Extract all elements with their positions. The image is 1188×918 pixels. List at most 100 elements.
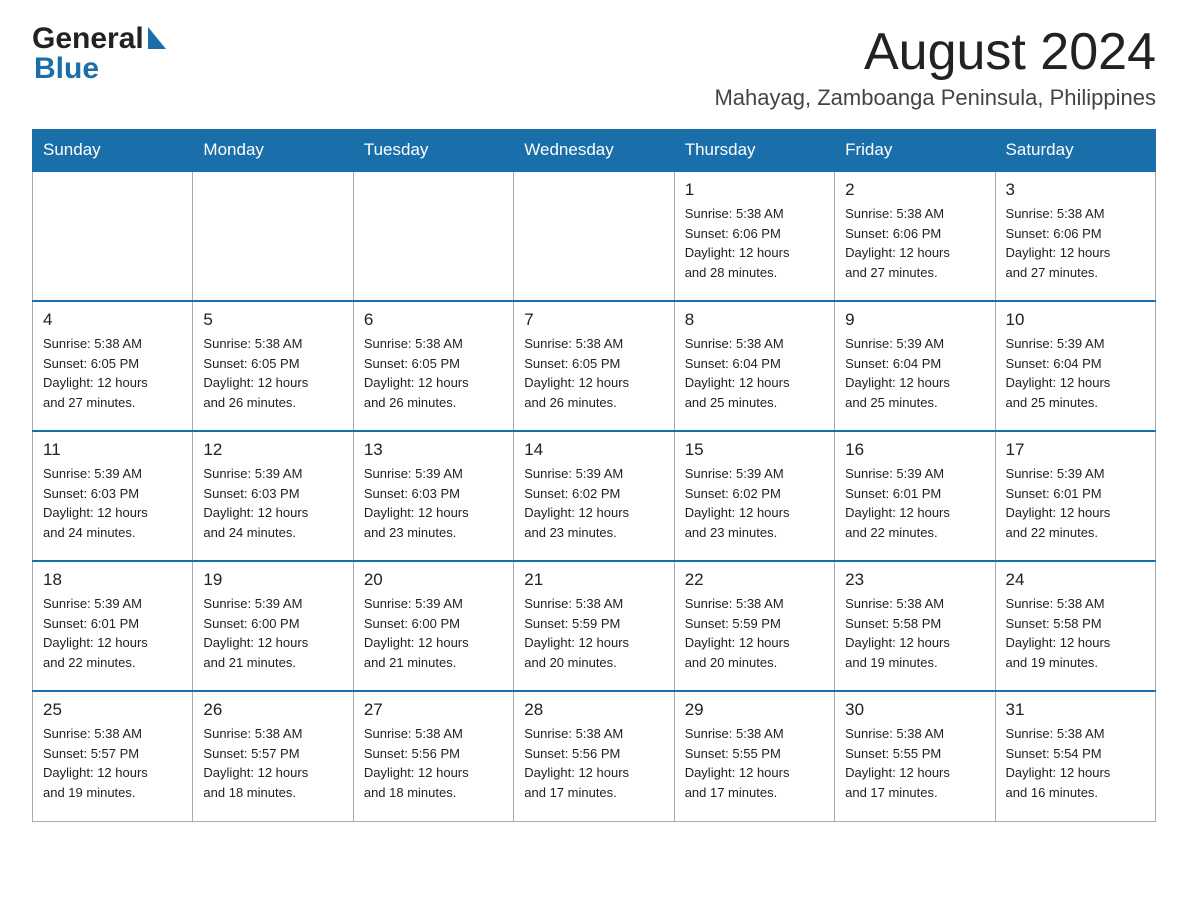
- day-info: Sunrise: 5:38 AM Sunset: 5:58 PM Dayligh…: [1006, 594, 1145, 672]
- calendar-table: SundayMondayTuesdayWednesdayThursdayFrid…: [32, 129, 1156, 822]
- day-cell: [33, 171, 193, 301]
- day-info: Sunrise: 5:39 AM Sunset: 6:02 PM Dayligh…: [685, 464, 824, 542]
- day-number: 29: [685, 700, 824, 720]
- day-cell: 26 Sunrise: 5:38 AM Sunset: 5:57 PM Dayli…: [193, 691, 353, 821]
- day-number: 19: [203, 570, 342, 590]
- day-info: Sunrise: 5:39 AM Sunset: 6:03 PM Dayligh…: [364, 464, 503, 542]
- day-cell: 17 Sunrise: 5:39 AM Sunset: 6:01 PM Dayli…: [995, 431, 1155, 561]
- day-info: Sunrise: 5:38 AM Sunset: 5:55 PM Dayligh…: [685, 724, 824, 802]
- day-info: Sunrise: 5:39 AM Sunset: 6:02 PM Dayligh…: [524, 464, 663, 542]
- day-number: 15: [685, 440, 824, 460]
- day-info: Sunrise: 5:39 AM Sunset: 6:01 PM Dayligh…: [43, 594, 182, 672]
- day-cell: 10Sunrise: 5:39 AM Sunset: 6:04 PM Dayli…: [995, 301, 1155, 431]
- day-number: 21: [524, 570, 663, 590]
- day-number: 5: [203, 310, 342, 330]
- title-area: August 2024 Mahayag, Zamboanga Peninsula…: [714, 24, 1156, 111]
- day-cell: 27Sunrise: 5:38 AM Sunset: 5:56 PM Dayli…: [353, 691, 513, 821]
- day-cell: 23 Sunrise: 5:38 AM Sunset: 5:58 PM Dayli…: [835, 561, 995, 691]
- day-number: 20: [364, 570, 503, 590]
- day-info: Sunrise: 5:38 AM Sunset: 6:05 PM Dayligh…: [364, 334, 503, 412]
- weekday-header-row: SundayMondayTuesdayWednesdayThursdayFrid…: [33, 130, 1156, 172]
- weekday-header-friday: Friday: [835, 130, 995, 172]
- day-number: 17: [1006, 440, 1145, 460]
- day-cell: [514, 171, 674, 301]
- weekday-header-monday: Monday: [193, 130, 353, 172]
- day-info: Sunrise: 5:39 AM Sunset: 6:00 PM Dayligh…: [364, 594, 503, 672]
- day-number: 24: [1006, 570, 1145, 590]
- page-header: General Blue August 2024 Mahayag, Zamboa…: [32, 24, 1156, 111]
- location-title: Mahayag, Zamboanga Peninsula, Philippine…: [714, 85, 1156, 111]
- weekday-header-thursday: Thursday: [674, 130, 834, 172]
- day-cell: 4 Sunrise: 5:38 AM Sunset: 6:05 PM Daylig…: [33, 301, 193, 431]
- day-cell: 12 Sunrise: 5:39 AM Sunset: 6:03 PM Dayli…: [193, 431, 353, 561]
- day-number: 18: [43, 570, 182, 590]
- day-number: 30: [845, 700, 984, 720]
- day-info: Sunrise: 5:38 AM Sunset: 5:59 PM Dayligh…: [685, 594, 824, 672]
- day-number: 22: [685, 570, 824, 590]
- day-number: 23: [845, 570, 984, 590]
- day-number: 16: [845, 440, 984, 460]
- day-info: Sunrise: 5:38 AM Sunset: 6:05 PM Dayligh…: [203, 334, 342, 412]
- day-info: Sunrise: 5:38 AM Sunset: 5:56 PM Dayligh…: [524, 724, 663, 802]
- day-number: 2: [845, 180, 984, 200]
- day-info: Sunrise: 5:38 AM Sunset: 5:54 PM Dayligh…: [1006, 724, 1145, 802]
- logo-general-text: General: [32, 24, 144, 54]
- day-cell: 6Sunrise: 5:38 AM Sunset: 6:05 PM Daylig…: [353, 301, 513, 431]
- day-info: Sunrise: 5:38 AM Sunset: 5:57 PM Dayligh…: [43, 724, 182, 802]
- day-cell: 21 Sunrise: 5:38 AM Sunset: 5:59 PM Dayli…: [514, 561, 674, 691]
- day-cell: 30Sunrise: 5:38 AM Sunset: 5:55 PM Dayli…: [835, 691, 995, 821]
- day-cell: 20 Sunrise: 5:39 AM Sunset: 6:00 PM Dayli…: [353, 561, 513, 691]
- week-row-2: 4 Sunrise: 5:38 AM Sunset: 6:05 PM Daylig…: [33, 301, 1156, 431]
- day-info: Sunrise: 5:38 AM Sunset: 6:06 PM Dayligh…: [1006, 204, 1145, 282]
- week-row-4: 18 Sunrise: 5:39 AM Sunset: 6:01 PM Dayli…: [33, 561, 1156, 691]
- weekday-header-tuesday: Tuesday: [353, 130, 513, 172]
- day-info: Sunrise: 5:38 AM Sunset: 6:06 PM Dayligh…: [685, 204, 824, 282]
- day-info: Sunrise: 5:38 AM Sunset: 5:56 PM Dayligh…: [364, 724, 503, 802]
- day-info: Sunrise: 5:39 AM Sunset: 6:04 PM Dayligh…: [845, 334, 984, 412]
- day-cell: [193, 171, 353, 301]
- day-number: 4: [43, 310, 182, 330]
- day-cell: 2 Sunrise: 5:38 AM Sunset: 6:06 PM Daylig…: [835, 171, 995, 301]
- day-number: 1: [685, 180, 824, 200]
- day-number: 10: [1006, 310, 1145, 330]
- week-row-1: 1 Sunrise: 5:38 AM Sunset: 6:06 PM Daylig…: [33, 171, 1156, 301]
- day-number: 14: [524, 440, 663, 460]
- day-info: Sunrise: 5:38 AM Sunset: 5:58 PM Dayligh…: [845, 594, 984, 672]
- day-number: 7: [524, 310, 663, 330]
- day-info: Sunrise: 5:38 AM Sunset: 6:06 PM Dayligh…: [845, 204, 984, 282]
- day-number: 3: [1006, 180, 1145, 200]
- day-number: 13: [364, 440, 503, 460]
- day-info: Sunrise: 5:38 AM Sunset: 6:05 PM Dayligh…: [524, 334, 663, 412]
- day-cell: 3 Sunrise: 5:38 AM Sunset: 6:06 PM Daylig…: [995, 171, 1155, 301]
- day-number: 28: [524, 700, 663, 720]
- day-cell: 9 Sunrise: 5:39 AM Sunset: 6:04 PM Daylig…: [835, 301, 995, 431]
- day-info: Sunrise: 5:38 AM Sunset: 5:57 PM Dayligh…: [203, 724, 342, 802]
- day-number: 12: [203, 440, 342, 460]
- day-cell: 24 Sunrise: 5:38 AM Sunset: 5:58 PM Dayli…: [995, 561, 1155, 691]
- day-number: 26: [203, 700, 342, 720]
- day-number: 11: [43, 440, 182, 460]
- day-cell: 8Sunrise: 5:38 AM Sunset: 6:04 PM Daylig…: [674, 301, 834, 431]
- weekday-header-saturday: Saturday: [995, 130, 1155, 172]
- day-cell: 16 Sunrise: 5:39 AM Sunset: 6:01 PM Dayli…: [835, 431, 995, 561]
- day-info: Sunrise: 5:38 AM Sunset: 6:05 PM Dayligh…: [43, 334, 182, 412]
- day-info: Sunrise: 5:39 AM Sunset: 6:01 PM Dayligh…: [845, 464, 984, 542]
- day-cell: 11Sunrise: 5:39 AM Sunset: 6:03 PM Dayli…: [33, 431, 193, 561]
- day-cell: 22 Sunrise: 5:38 AM Sunset: 5:59 PM Dayli…: [674, 561, 834, 691]
- day-cell: 13 Sunrise: 5:39 AM Sunset: 6:03 PM Dayli…: [353, 431, 513, 561]
- day-cell: 18 Sunrise: 5:39 AM Sunset: 6:01 PM Dayli…: [33, 561, 193, 691]
- day-cell: 1 Sunrise: 5:38 AM Sunset: 6:06 PM Daylig…: [674, 171, 834, 301]
- week-row-3: 11 Sunrise: 5:39 AM Sunset: 6:03 PM Dayli…: [33, 431, 1156, 561]
- weekday-header-wednesday: Wednesday: [514, 130, 674, 172]
- day-info: Sunrise: 5:39 AM Sunset: 6:03 PM Dayligh…: [203, 464, 342, 542]
- day-info: Sunrise: 5:39 AM Sunset: 6:00 PM Dayligh…: [203, 594, 342, 672]
- day-cell: 28 Sunrise: 5:38 AM Sunset: 5:56 PM Dayli…: [514, 691, 674, 821]
- day-info: Sunrise: 5:39 AM Sunset: 6:01 PM Dayligh…: [1006, 464, 1145, 542]
- day-number: 9: [845, 310, 984, 330]
- day-cell: 25 Sunrise: 5:38 AM Sunset: 5:57 PM Dayli…: [33, 691, 193, 821]
- day-info: Sunrise: 5:38 AM Sunset: 6:04 PM Dayligh…: [685, 334, 824, 412]
- day-number: 25: [43, 700, 182, 720]
- day-info: Sunrise: 5:38 AM Sunset: 5:59 PM Dayligh…: [524, 594, 663, 672]
- day-number: 31: [1006, 700, 1145, 720]
- day-cell: 31 Sunrise: 5:38 AM Sunset: 5:54 PM Dayli…: [995, 691, 1155, 821]
